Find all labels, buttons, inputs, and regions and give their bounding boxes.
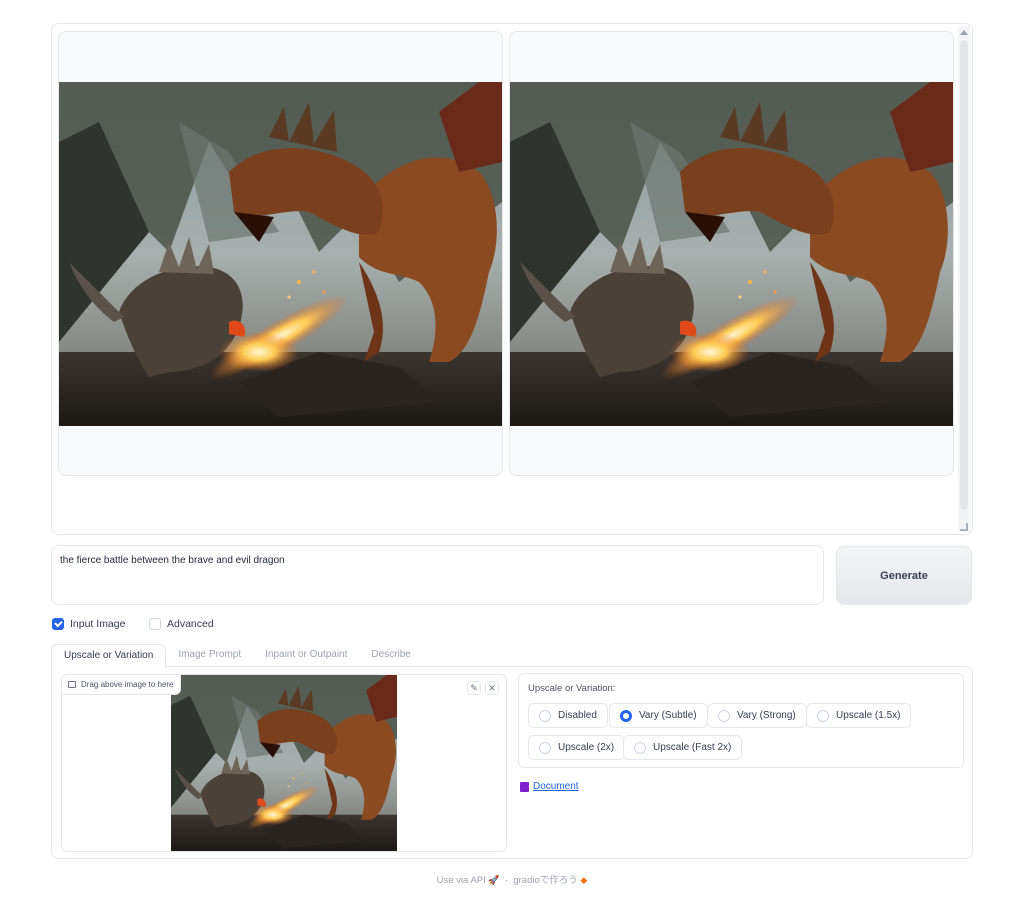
radio-upscale-1-5x[interactable]: Upscale (1.5x): [806, 703, 912, 728]
prompt-input[interactable]: the fierce battle between the brave and …: [51, 545, 824, 605]
upscale-options-group: Upscale or Variation: Disabled Vary (Sub…: [518, 673, 964, 768]
radio-label: Disabled: [558, 710, 597, 721]
radio-icon[interactable]: [539, 709, 551, 722]
resize-handle-icon[interactable]: [960, 523, 968, 531]
radio-vary-strong[interactable]: Vary (Strong): [707, 703, 807, 728]
tab-upscale-or-variation[interactable]: Upscale or Variation: [51, 644, 167, 668]
radio-label: Vary (Subtle): [639, 710, 697, 721]
dragon-battle-image[interactable]: [59, 82, 502, 426]
scrollbar-thumb[interactable]: [960, 40, 968, 510]
radio-selected-icon[interactable]: [620, 709, 632, 722]
radio-label: Upscale (Fast 2x): [653, 742, 732, 753]
output-gallery: [51, 23, 973, 535]
tab-image-prompt[interactable]: Image Prompt: [166, 644, 253, 667]
image-input-dropzone[interactable]: Drag above image to here ✎ ✕: [61, 674, 507, 852]
radio-label: Upscale (2x): [558, 742, 615, 753]
book-icon: [520, 781, 529, 792]
gradio-logo-icon: ◆: [580, 875, 588, 885]
gallery-image-1[interactable]: [58, 31, 503, 476]
pencil-icon[interactable]: ✎: [467, 681, 481, 695]
gallery-image-2[interactable]: [509, 31, 954, 476]
prompt-text: the fierce battle between the brave and …: [60, 555, 285, 566]
radio-label: Vary (Strong): [737, 710, 796, 721]
gallery-scrollbar[interactable]: [958, 26, 970, 532]
advanced-label: Advanced: [167, 618, 214, 630]
scroll-up-icon[interactable]: [960, 30, 968, 35]
advanced-checkbox[interactable]: Advanced: [149, 618, 214, 630]
input-image-checkbox[interactable]: Input Image: [52, 618, 125, 630]
radio-icon[interactable]: [539, 741, 551, 754]
tab-describe[interactable]: Describe: [359, 644, 422, 667]
drag-label: Drag above image to here: [62, 675, 181, 695]
radio-label: Upscale (1.5x): [836, 710, 901, 721]
image-icon: [68, 681, 76, 688]
document-link[interactable]: Document: [520, 781, 579, 792]
input-tabs: Upscale or Variation Image Prompt Inpain…: [51, 644, 423, 668]
input-image-label: Input Image: [70, 618, 126, 630]
footer: Use via API 🚀 · gradioで作ろう ◆: [0, 872, 1024, 886]
rocket-icon: 🚀: [488, 875, 500, 885]
radio-icon[interactable]: [718, 709, 730, 722]
upscale-tab-panel: Drag above image to here ✎ ✕ Upscale or …: [51, 666, 973, 859]
checkbox-checked-icon[interactable]: [52, 618, 64, 630]
checkbox-unchecked-icon[interactable]: [149, 618, 161, 630]
radio-icon[interactable]: [634, 741, 646, 754]
radio-icon[interactable]: [817, 709, 829, 722]
radio-disabled[interactable]: Disabled: [528, 703, 608, 728]
tab-inpaint-or-outpaint[interactable]: Inpaint or Outpaint: [253, 644, 359, 667]
document-link-label[interactable]: Document: [533, 781, 579, 792]
drag-label-text: Drag above image to here: [81, 680, 174, 689]
dragon-battle-image[interactable]: [510, 82, 953, 426]
upscale-options-title: Upscale or Variation:: [528, 683, 616, 694]
gradio-link[interactable]: gradioで作ろう: [513, 875, 577, 886]
footer-separator: ·: [504, 875, 509, 886]
generate-button[interactable]: Generate: [836, 546, 972, 605]
radio-vary-subtle[interactable]: Vary (Subtle): [609, 703, 708, 728]
close-icon[interactable]: ✕: [485, 681, 499, 695]
radio-upscale-2x[interactable]: Upscale (2x): [528, 735, 626, 760]
input-image-preview: [171, 675, 397, 852]
radio-upscale-fast-2x[interactable]: Upscale (Fast 2x): [623, 735, 743, 760]
use-via-api-link[interactable]: Use via API: [437, 875, 486, 886]
